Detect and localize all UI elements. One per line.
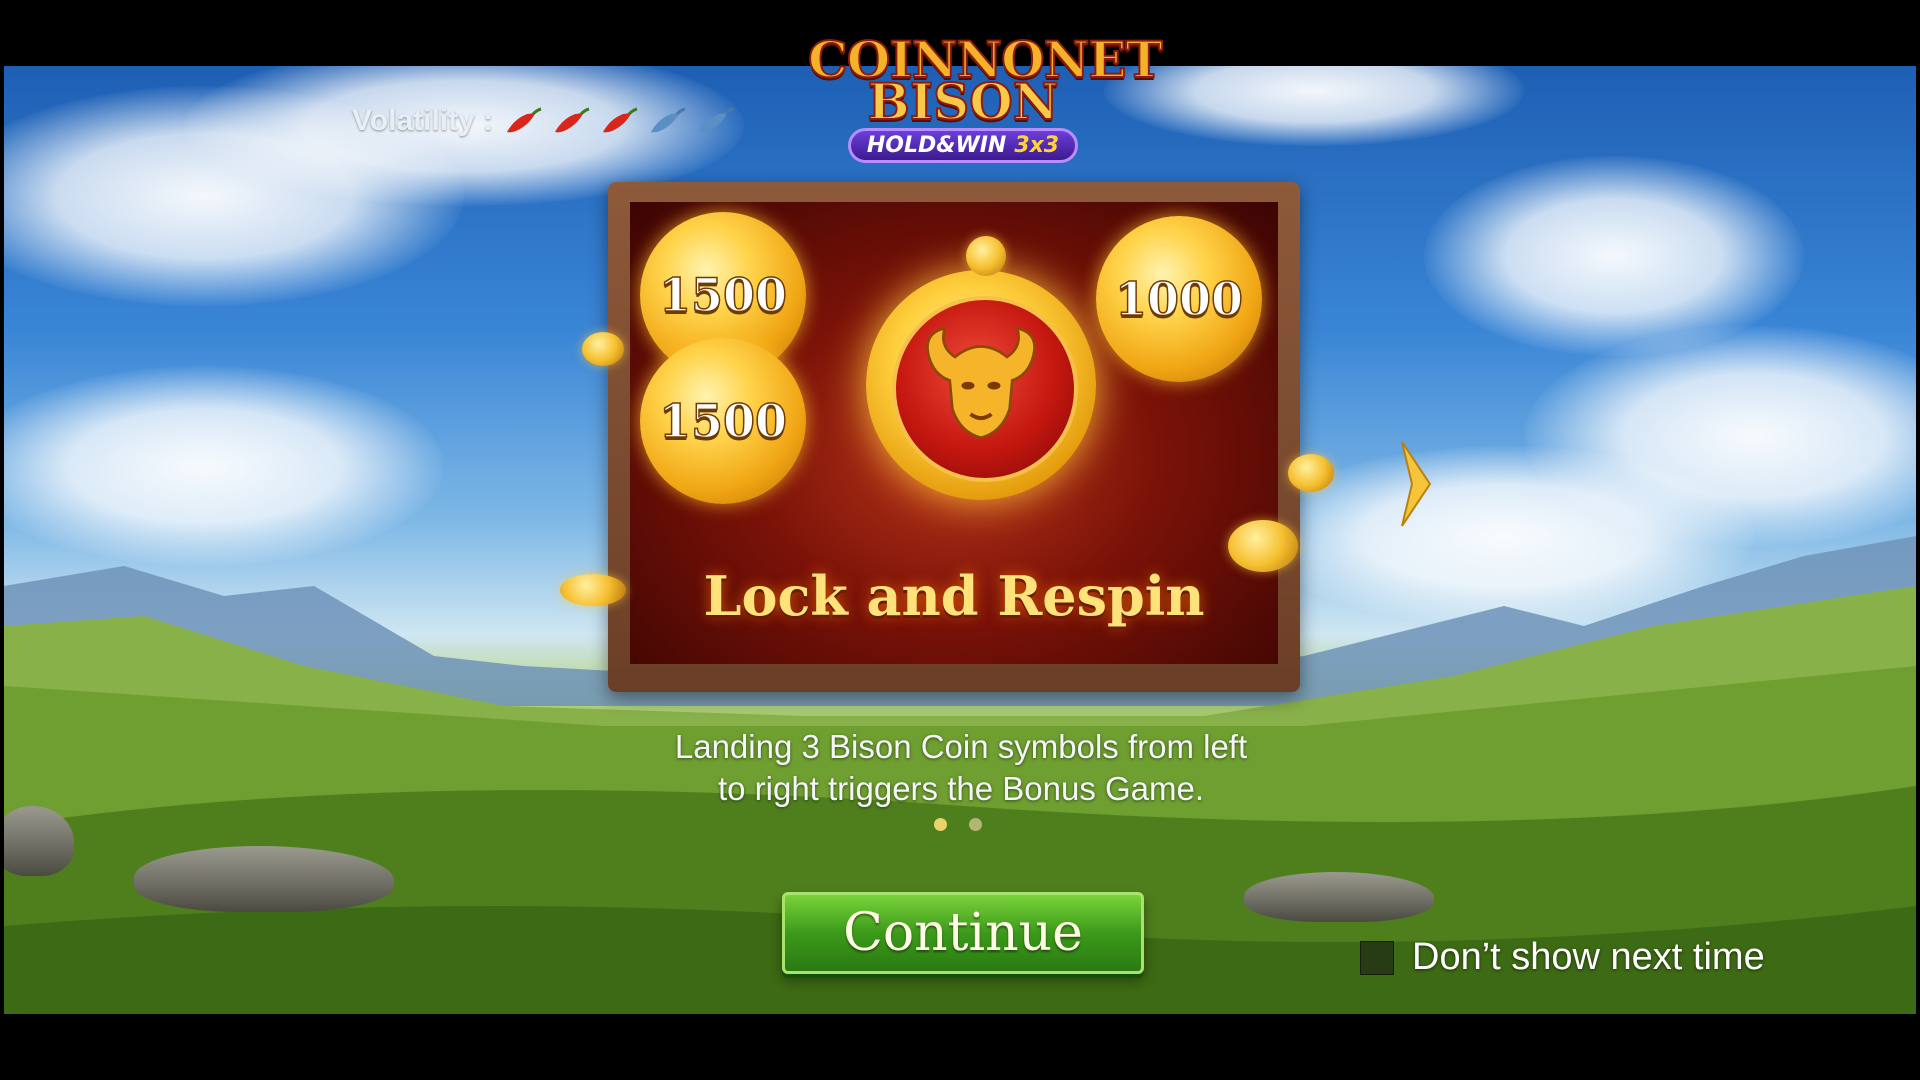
description-line: Landing 3 Bison Coin symbols from left: [674, 728, 1248, 765]
dont-show-toggle[interactable]: Don’t show next time: [1360, 936, 1765, 979]
page-dot[interactable]: [934, 818, 947, 831]
continue-button[interactable]: Continue: [782, 892, 1144, 974]
chili-pepper-icon: [603, 107, 638, 133]
feature-title: Lock and Respin: [703, 564, 1205, 628]
volatility-label: Volatility :: [352, 104, 494, 137]
flying-coin: [966, 236, 1006, 276]
dont-show-label: Don’t show next time: [1412, 936, 1765, 978]
wooden-frame: 1500 1500 1000 Lock and Respin: [608, 182, 1300, 692]
bison-coin: [866, 270, 1096, 500]
description-line: to right triggers the Bonus Game.: [717, 770, 1205, 807]
flying-coin: [1288, 454, 1334, 492]
logo-badge-grid: 3x3: [1014, 133, 1060, 158]
flying-coin: [1228, 520, 1298, 572]
feature-image: 1500 1500 1000 Lock and Respin: [630, 202, 1278, 664]
flying-coin: [560, 574, 626, 606]
logo-badge-text: HOLD&WIN: [866, 133, 1007, 158]
rock: [1244, 872, 1434, 922]
coin-bottom-left: 1500: [640, 338, 806, 504]
coin-value: 1500: [658, 393, 788, 449]
bison-coin-inner: [892, 296, 1078, 482]
coin-top-right: 1000: [1096, 216, 1262, 382]
page-dot[interactable]: [969, 818, 982, 831]
feature-panel: 1500 1500 1000 Lock and Respin: [560, 182, 1334, 692]
volatility-peppers: [505, 106, 735, 136]
checkbox-icon[interactable]: [1360, 940, 1394, 975]
game-logo: COINNONET BISON HOLD&WIN 3x3: [807, 34, 1164, 168]
coin-value: 1500: [658, 267, 788, 323]
logo-badge: HOLD&WIN 3x3: [847, 128, 1079, 163]
page-indicator: [934, 818, 982, 831]
bison-head-icon: [926, 326, 1036, 439]
flying-coin: [582, 332, 624, 366]
chili-pepper-icon: [651, 107, 686, 133]
chili-pepper-icon: [699, 107, 734, 133]
chevron-right-icon[interactable]: [1398, 438, 1434, 530]
continue-button-label: Continue: [843, 903, 1083, 963]
chili-pepper-icon: [555, 107, 590, 133]
volatility-meter: Volatility :: [352, 104, 735, 138]
feature-description: Landing 3 Bison Coin symbols from left t…: [540, 726, 1382, 810]
coin-value: 1000: [1114, 271, 1244, 327]
rock: [134, 846, 394, 912]
chili-pepper-icon: [507, 107, 542, 133]
